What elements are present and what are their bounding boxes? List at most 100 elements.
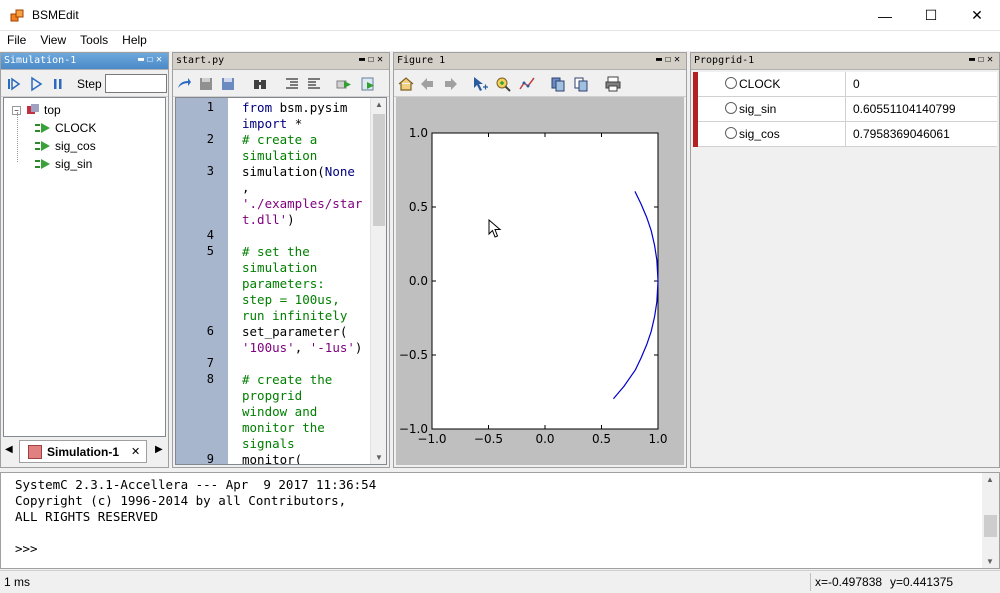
unindent-icon[interactable] (305, 75, 323, 93)
paste-icon[interactable] (572, 75, 590, 93)
simulation-toolbar: Step (1, 71, 168, 97)
pan-icon[interactable] (471, 75, 489, 93)
code-line: monitor the (242, 420, 325, 435)
tab-close-icon[interactable]: ✕ (131, 445, 140, 458)
propgrid-row[interactable]: sig_sin 0.60551104140799 (693, 97, 997, 122)
step-icon[interactable] (5, 75, 23, 93)
code-line: propgrid (242, 388, 303, 403)
line-number: 7 (206, 356, 214, 370)
line-number: 8 (206, 372, 214, 386)
step-input[interactable] (105, 74, 167, 93)
y-tick-label: 0.0 (409, 274, 428, 288)
figure-toolbar (394, 71, 686, 97)
code-line: # create the (242, 372, 333, 387)
menu-view[interactable]: View (33, 31, 73, 47)
code-line: parameters: (242, 276, 325, 291)
tree-node-sig-cos[interactable]: sig_cos (34, 137, 96, 155)
propgrid-panel: Propgrid-1 ▬☐✕ CLOCK 0 sig_sin 0.6055110… (690, 52, 1000, 468)
pause-icon[interactable] (49, 75, 67, 93)
sim-time: 1 ms (4, 575, 31, 589)
code-editor[interactable]: 1 from bsm.pysim import * 2 # create a simula… (175, 97, 387, 465)
radio-icon[interactable] (725, 102, 737, 114)
code-line: , (242, 180, 250, 195)
panel-controls[interactable]: ▬☐✕ (359, 54, 386, 65)
scroll-down-icon[interactable]: ▼ (986, 557, 994, 566)
signal-tree: − top CLOCK sig_cos sig_sin (3, 97, 166, 437)
propgrid-row[interactable]: sig_cos 0.7958369046061 (693, 122, 997, 147)
y-tick-label: 1.0 (409, 126, 428, 140)
cursor-y: y=0.441375 (890, 575, 954, 589)
row-marker (693, 72, 698, 97)
y-tick-label: 0.5 (409, 200, 428, 214)
run-icon[interactable] (27, 75, 45, 93)
console-line: >>> (15, 541, 38, 556)
module-icon (27, 104, 39, 114)
code-line: step = 100us, (242, 292, 340, 307)
menu-help[interactable]: Help (115, 31, 154, 47)
tab-simulation[interactable]: Simulation-1 ✕ (19, 440, 147, 463)
zoom-icon[interactable] (494, 75, 512, 93)
scroll-down-icon[interactable]: ▼ (375, 453, 383, 462)
propgrid-value[interactable]: 0.60551104140799 (853, 102, 956, 116)
code-line: set_parameter( (242, 324, 348, 339)
run-script-icon[interactable] (335, 75, 353, 93)
code-line: simulation (242, 260, 318, 275)
menu-bar: File View Tools Help (0, 31, 1000, 51)
panel-controls[interactable]: ▬☐✕ (969, 54, 996, 65)
radio-icon[interactable] (725, 127, 737, 139)
print-icon[interactable] (604, 75, 622, 93)
console-line: Copyright (c) 1996-2014 by all Contribut… (15, 493, 347, 508)
console-scrollbar[interactable]: ▲ ▼ (982, 473, 999, 568)
panel-controls[interactable]: ▬☐✕ (138, 54, 165, 65)
tree-node-top[interactable]: − top (12, 101, 61, 119)
x-tick-label: −0.5 (474, 432, 503, 446)
forward-icon[interactable] (441, 75, 459, 93)
figure-panel: Figure 1 ▬☐✕ −1.0 −0.5 0.0 0.5 1.0 1.0 0.5 0.0 −… (393, 52, 687, 468)
plot-area (431, 132, 659, 430)
menu-file[interactable]: File (0, 31, 33, 47)
code-line: run infinitely (242, 308, 348, 323)
debug-script-icon[interactable] (359, 75, 377, 93)
panel-controls[interactable]: ▬☐✕ (656, 54, 683, 65)
tab-scroll-left-icon[interactable]: ◀ (5, 444, 13, 455)
y-tick-label: −1.0 (399, 422, 428, 436)
propgrid-row[interactable]: CLOCK 0 (693, 72, 997, 97)
cursor-data-icon[interactable] (518, 75, 536, 93)
line-chart[interactable]: −1.0 −0.5 0.0 0.5 1.01.00.50.0−0.5−1.0 (396, 97, 686, 467)
indent-icon[interactable] (283, 75, 301, 93)
editor-toolbar (173, 71, 389, 97)
figure-canvas[interactable]: −1.0 −0.5 0.0 0.5 1.0 1.0 0.5 0.0 −0.5 −1.0 (396, 97, 684, 465)
code-line: from bsm.pysim (242, 100, 348, 115)
propgrid-value[interactable]: 0 (853, 77, 860, 91)
propgrid-value[interactable]: 0.7958369046061 (853, 127, 950, 141)
menu-tools[interactable]: Tools (73, 31, 115, 47)
scrollbar-thumb[interactable] (373, 114, 385, 226)
find-icon[interactable] (251, 75, 269, 93)
editor-scrollbar[interactable]: ▲ ▼ (370, 98, 386, 464)
tree-node-sig-sin[interactable]: sig_sin (34, 155, 92, 173)
line-number: 4 (206, 228, 214, 242)
copy-icon[interactable] (549, 75, 567, 93)
scrollbar-thumb[interactable] (984, 515, 997, 537)
save-as-icon[interactable] (219, 75, 237, 93)
simulation-tab-icon (28, 444, 42, 459)
maximize-button[interactable]: ☐ (908, 0, 954, 31)
minimize-button[interactable]: — (862, 0, 908, 31)
line-number: 1 (206, 100, 214, 114)
step-label: Step (77, 77, 102, 91)
tree-node-clock[interactable]: CLOCK (34, 119, 96, 137)
tab-scroll-right-icon[interactable]: ▶ (155, 444, 163, 455)
python-console[interactable]: SystemC 2.3.1-Accellera --- Apr 9 2017 1… (0, 472, 1000, 569)
scroll-up-icon[interactable]: ▲ (375, 100, 383, 109)
save-icon[interactable] (197, 75, 215, 93)
code-line: t.dll') (242, 212, 295, 227)
back-icon[interactable] (419, 75, 437, 93)
home-icon[interactable] (397, 75, 415, 93)
code-line: simulation (242, 148, 318, 163)
scroll-up-icon[interactable]: ▲ (986, 475, 994, 484)
code-line: monitor( (242, 452, 303, 465)
radio-icon[interactable] (725, 77, 737, 89)
close-button[interactable]: ✕ (954, 0, 1000, 31)
redo-icon[interactable] (175, 75, 193, 93)
console-line: SystemC 2.3.1-Accellera --- Apr 9 2017 1… (15, 477, 377, 492)
